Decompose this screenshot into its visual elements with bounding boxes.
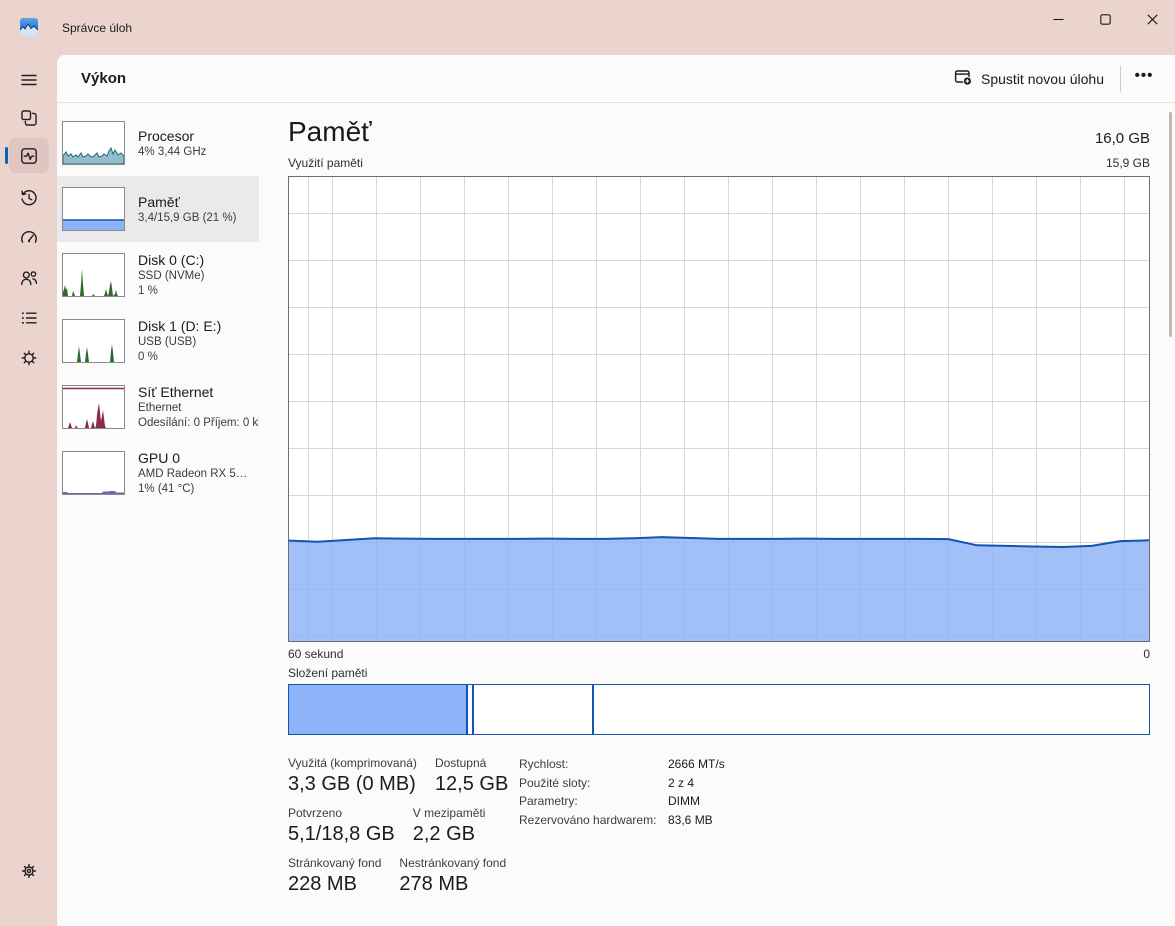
sidebar [0, 55, 57, 926]
services-icon[interactable] [9, 340, 49, 375]
memory-usage-chart [288, 176, 1150, 642]
list-item-memory[interactable]: Paměť 3,4/15,9 GB (21 %) [57, 176, 259, 242]
details-icon[interactable] [9, 300, 49, 335]
titlebar[interactable]: Správce úloh [0, 0, 1175, 55]
window-title: Správce úloh [62, 0, 132, 55]
ethernet-title: Síť Ethernet [138, 383, 259, 401]
memory-usage-chart-max: 15,9 GB [900, 156, 1150, 170]
ethernet-type: Ethernet [138, 401, 259, 416]
detail-hw-reserved-value: 83,6 MB [668, 813, 725, 828]
composition-segment-free[interactable] [593, 684, 1150, 735]
run-new-task-label: Spustit novou úlohu [981, 71, 1104, 87]
minimize-button[interactable] [1035, 2, 1081, 36]
scrollbar-thumb[interactable] [1169, 112, 1172, 337]
header-divider [1120, 66, 1121, 92]
disk1-title: Disk 1 (D: E:) [138, 317, 259, 335]
composition-segment-in-use[interactable] [288, 684, 467, 735]
detail-form-factor-label: Parametry: [519, 794, 668, 809]
stat-in-use: Využitá (komprimovaná) 3,3 GB (0 MB) [288, 756, 417, 797]
stat-available: Dostupná 12,5 GB [435, 756, 508, 797]
disk1-type: USB (USB) [138, 335, 259, 350]
disk0-usage: 1 % [138, 284, 259, 299]
memory-hardware-details: Rychlost: 2666 MT/s Použité sloty: 2 z 4… [519, 757, 725, 827]
memory-title: Paměť [138, 193, 259, 211]
time-axis-left: 60 sekund [288, 647, 343, 661]
time-axis-right: 0 [1143, 647, 1150, 661]
maximize-button[interactable] [1082, 2, 1128, 36]
menu-icon[interactable] [9, 62, 49, 97]
processes-icon[interactable] [9, 100, 49, 135]
memory-usage: 3,4/15,9 GB (21 %) [138, 211, 259, 226]
startup-apps-icon[interactable] [9, 220, 49, 255]
app-history-icon[interactable] [9, 180, 49, 215]
ethernet-throughput: Odesílání: 0 Příjem: 0 kb/s [138, 416, 259, 431]
list-item-ethernet[interactable]: Síť Ethernet Ethernet Odesílání: 0 Příje… [57, 374, 259, 440]
list-item-disk1[interactable]: Disk 1 (D: E:) USB (USB) 0 % [57, 308, 259, 374]
stat-non-paged-pool: Nestránkovaný fond 278 MB [399, 856, 506, 897]
settings-icon[interactable] [9, 853, 49, 888]
memory-page-title: Paměť [288, 116, 372, 148]
detail-speed-value: 2666 MT/s [668, 757, 725, 772]
disk0-type: SSD (NVMe) [138, 269, 259, 284]
more-options-button[interactable]: ••• [1127, 63, 1161, 94]
performance-list: Procesor 4% 3,44 GHz Paměť 3,4/15,9 GB (… [57, 110, 259, 506]
ethernet-mini-chart [62, 385, 125, 429]
detail-form-factor-value: DIMM [668, 794, 725, 809]
disk0-mini-chart [62, 253, 125, 297]
cpu-mini-chart [62, 121, 125, 165]
disk1-mini-chart [62, 319, 125, 363]
task-manager-window: Správce úloh [0, 0, 1175, 926]
list-item-disk0[interactable]: Disk 0 (C:) SSD (NVMe) 1 % [57, 242, 259, 308]
cpu-title: Procesor [138, 127, 259, 145]
memory-composition-label: Složení paměti [288, 666, 367, 680]
selected-tab-indicator [5, 147, 8, 164]
detail-speed-label: Rychlost: [519, 757, 668, 772]
memory-total-capacity: 16,0 GB [900, 130, 1150, 147]
tab-performance-title: Výkon [81, 70, 126, 87]
page-header: Výkon Spustit novou úlohu ••• [57, 55, 1175, 103]
users-icon[interactable] [9, 260, 49, 295]
memory-usage-area [289, 177, 1149, 641]
list-item-cpu[interactable]: Procesor 4% 3,44 GHz [57, 110, 259, 176]
gpu-usage: 1% (41 °C) [138, 482, 259, 497]
memory-usage-chart-label: Využití paměti [288, 156, 363, 170]
disk1-usage: 0 % [138, 350, 259, 365]
cpu-usage: 4% 3,44 GHz [138, 145, 259, 160]
stat-cached: V mezipaměti 2,2 GB [413, 806, 486, 847]
new-task-icon [954, 68, 972, 89]
close-button[interactable] [1129, 2, 1175, 36]
detail-slots-value: 2 z 4 [668, 776, 725, 791]
detail-slots-label: Použité sloty: [519, 776, 668, 791]
stat-paged-pool: Stránkovaný fond 228 MB [288, 856, 381, 897]
disk0-title: Disk 0 (C:) [138, 251, 259, 269]
detail-hw-reserved-label: Rezervováno hardwarem: [519, 813, 668, 828]
gpu-title: GPU 0 [138, 449, 259, 467]
gpu-name: AMD Radeon RX 5… [138, 467, 259, 482]
composition-segment-standby[interactable] [473, 684, 592, 735]
run-new-task-button[interactable]: Spustit novou úlohu [944, 62, 1114, 95]
time-axis: 60 sekund 0 [288, 647, 1150, 661]
gpu-mini-chart [62, 451, 125, 495]
performance-icon[interactable] [9, 138, 49, 173]
memory-stats: Využitá (komprimovaná) 3,3 GB (0 MB) Dos… [288, 756, 508, 897]
task-manager-icon [20, 18, 38, 36]
stat-committed: Potvrzeno 5,1/18,8 GB [288, 806, 395, 847]
memory-composition-bar [288, 684, 1150, 735]
list-item-gpu[interactable]: GPU 0 AMD Radeon RX 5… 1% (41 °C) [57, 440, 259, 506]
memory-mini-chart [62, 187, 125, 231]
